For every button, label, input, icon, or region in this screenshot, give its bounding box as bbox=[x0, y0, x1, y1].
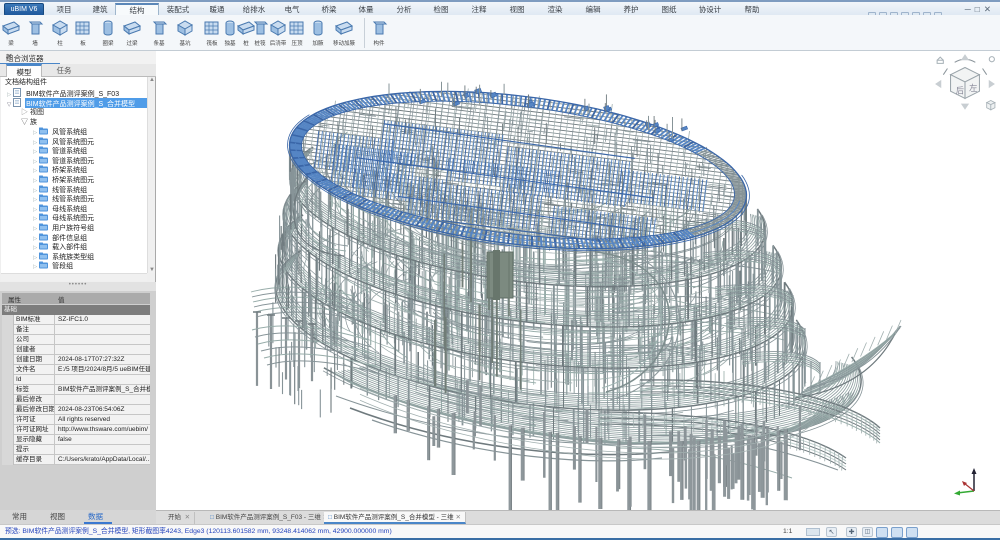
svg-text:左: 左 bbox=[969, 83, 977, 93]
svg-text:后: 后 bbox=[956, 85, 964, 95]
